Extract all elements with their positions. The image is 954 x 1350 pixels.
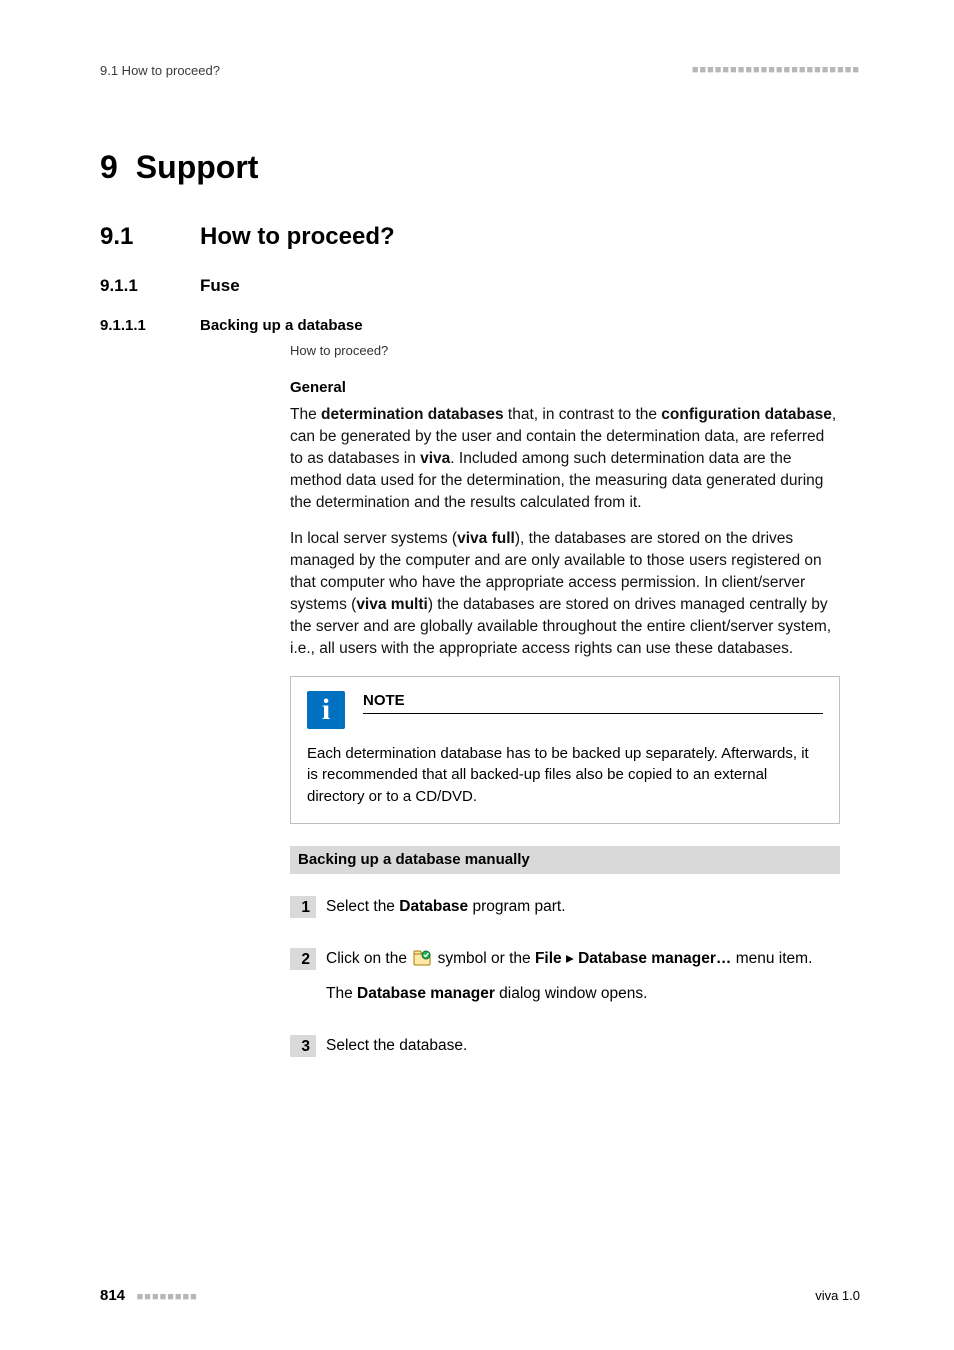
step-number: 3 <box>290 1035 316 1057</box>
howto-label: How to proceed? <box>290 342 840 360</box>
chapter-title: Support <box>136 149 259 185</box>
body-column: How to proceed? General The determinatio… <box>290 342 840 1067</box>
footer-decor-icon: ■■■■■■■■ <box>137 1291 198 1303</box>
general-heading: General <box>290 378 840 398</box>
step: 3 Select the database. <box>290 1035 840 1067</box>
step-text: Click on the symbol or the File ▸ Databa… <box>326 948 840 1015</box>
subsubsection-title: Backing up a database <box>200 316 363 336</box>
task-title: Backing up a database manually <box>290 846 840 874</box>
note-box: i NOTE Each determination database has t… <box>290 676 840 824</box>
footer-left: 814 ■■■■■■■■ <box>100 1286 198 1306</box>
step-text: Select the database. <box>326 1035 840 1067</box>
subsection-title: Fuse <box>200 275 240 298</box>
note-title: NOTE <box>363 691 823 714</box>
note-header: i NOTE <box>307 691 823 729</box>
header-decor-icon: ■■■■■■■■■■■■■■■■■■■■■■ <box>692 63 860 78</box>
database-manager-icon <box>413 950 431 973</box>
running-header-text: 9.1 How to proceed? <box>100 62 220 80</box>
section-title: How to proceed? <box>200 221 395 253</box>
footer-product: viva 1.0 <box>815 1287 860 1305</box>
chapter-heading: 9 Support <box>100 146 860 189</box>
section-heading: 9.1 How to proceed? <box>100 221 860 253</box>
info-icon: i <box>307 691 345 729</box>
running-header: 9.1 How to proceed? ■■■■■■■■■■■■■■■■■■■■… <box>100 62 860 80</box>
note-text: Each determination database has to be ba… <box>307 743 823 807</box>
step: 2 Click on the symbol or the File ▸ Data… <box>290 948 840 1015</box>
section-number: 9.1 <box>100 221 200 253</box>
step-number: 1 <box>290 896 316 918</box>
paragraph-1: The determination databases that, in con… <box>290 404 840 514</box>
subsubsection-number: 9.1.1.1 <box>100 316 200 336</box>
page-number: 814 <box>100 1287 125 1304</box>
paragraph-2: In local server systems (viva full), the… <box>290 528 840 660</box>
chapter-number: 9 <box>100 149 118 185</box>
step: 1 Select the Database program part. <box>290 896 840 928</box>
step-text: Select the Database program part. <box>326 896 840 928</box>
subsubsection-heading: 9.1.1.1 Backing up a database <box>100 316 860 336</box>
footer: 814 ■■■■■■■■ viva 1.0 <box>100 1286 860 1306</box>
subsection-number: 9.1.1 <box>100 275 200 298</box>
subsection-heading: 9.1.1 Fuse <box>100 275 860 298</box>
page: 9.1 How to proceed? ■■■■■■■■■■■■■■■■■■■■… <box>0 0 954 1350</box>
step-number: 2 <box>290 948 316 970</box>
